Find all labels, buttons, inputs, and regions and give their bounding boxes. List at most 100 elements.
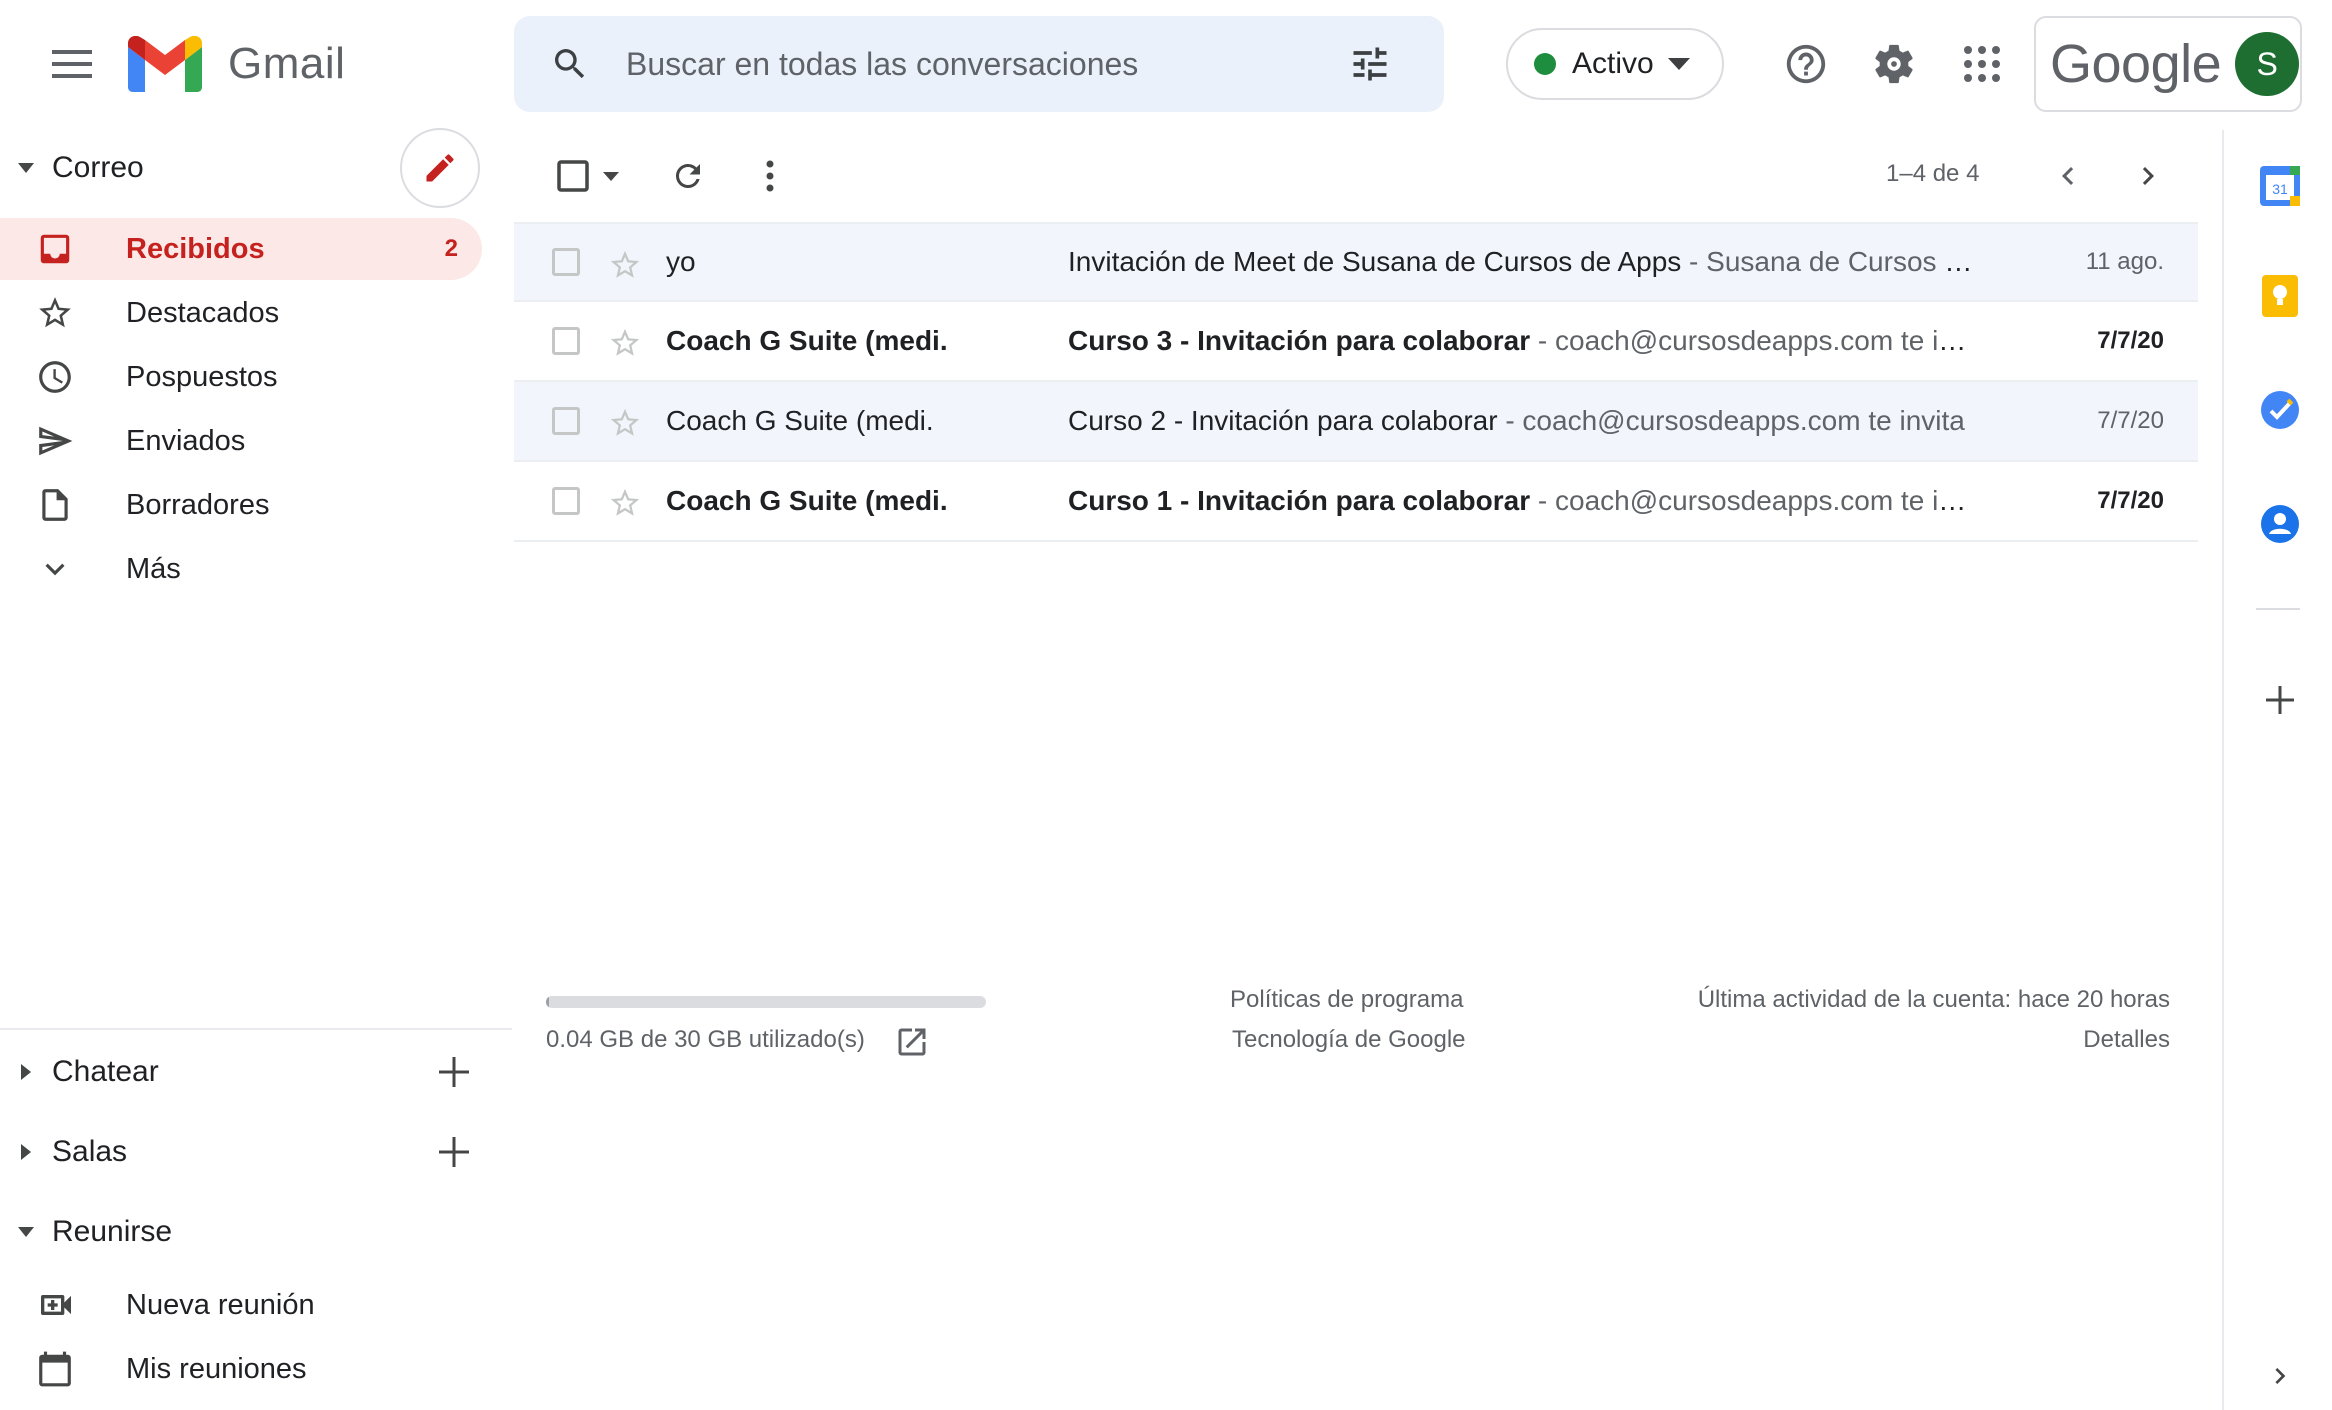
storage-usage-text: 0.04 GB de 30 GB utilizado(s) bbox=[546, 1026, 865, 1053]
checkbox-icon bbox=[557, 160, 589, 192]
compose-button[interactable] bbox=[400, 128, 480, 208]
email-date: 7/7/20 bbox=[2097, 327, 2164, 354]
email-date: 7/7/20 bbox=[2097, 407, 2164, 434]
email-snippet: - coach@cursosdeapps.com te invita bbox=[1497, 405, 1965, 436]
clock-icon bbox=[39, 361, 71, 393]
sidebar-item-snoozed[interactable]: Pospuestos bbox=[0, 346, 482, 408]
sidebar-item-label: Más bbox=[126, 552, 181, 585]
apps-button[interactable] bbox=[1950, 32, 2014, 96]
keep-app-button[interactable] bbox=[2252, 268, 2308, 324]
contacts-app-icon bbox=[2261, 505, 2299, 543]
email-snippet: - coach@cursosdeapps.com te invita bbox=[1530, 325, 1980, 356]
inbox-icon bbox=[40, 234, 70, 264]
email-sender: yo bbox=[666, 246, 696, 277]
chevron-left-icon bbox=[2062, 167, 2074, 185]
row-checkbox[interactable] bbox=[552, 487, 580, 515]
settings-button[interactable] bbox=[1862, 32, 1926, 96]
more-options-button[interactable] bbox=[748, 154, 792, 198]
add-app-button[interactable] bbox=[2252, 672, 2308, 728]
caret-down-icon bbox=[1667, 58, 1690, 70]
sidebar-item-starred[interactable]: Destacados bbox=[0, 282, 482, 344]
refresh-button[interactable] bbox=[666, 154, 710, 198]
email-subject: Invitación de Meet de Susana de Cursos d… bbox=[1068, 246, 1682, 277]
chat-section-header[interactable]: Chatear bbox=[0, 1044, 159, 1100]
program-policies-link[interactable]: Políticas de programa bbox=[1230, 986, 1463, 1014]
unread-count-badge: 2 bbox=[444, 235, 458, 262]
caret-down-icon bbox=[18, 1227, 34, 1237]
email-row[interactable]: Coach G Suite (medi. Curso 2 - Invitació… bbox=[514, 382, 2198, 462]
sidebar-item-label: Pospuestos bbox=[126, 360, 278, 393]
star-icon[interactable] bbox=[608, 406, 642, 440]
open-in-new-icon[interactable] bbox=[894, 1024, 930, 1060]
apps-icon bbox=[1964, 46, 2000, 82]
previous-page-button[interactable] bbox=[2046, 154, 2090, 198]
sidebar-item-new-meeting[interactable]: Nueva reunión bbox=[0, 1274, 482, 1336]
sidebar-item-label: Nueva reunión bbox=[126, 1288, 315, 1321]
search-bar[interactable] bbox=[514, 16, 1444, 112]
email-row[interactable]: Coach G Suite (medi. Curso 1 - Invitació… bbox=[514, 462, 2198, 542]
contacts-app-button[interactable] bbox=[2252, 496, 2308, 552]
email-list: yo Invitación de Meet de Susana de Curso… bbox=[514, 222, 2198, 542]
mail-section-title: Correo bbox=[52, 151, 144, 184]
help-button[interactable] bbox=[1774, 32, 1838, 96]
email-snippet: - Susana de Cursos de Apps te invita a u… bbox=[1689, 246, 1980, 277]
main-menu-icon bbox=[52, 50, 92, 78]
calendar-app-icon: 31 bbox=[2260, 166, 2300, 206]
select-all-dropdown[interactable] bbox=[548, 158, 628, 194]
sidebar-item-my-meetings[interactable]: Mis reuniones bbox=[0, 1338, 482, 1400]
settings-icon bbox=[1875, 44, 1913, 84]
email-date: 7/7/20 bbox=[2097, 487, 2164, 514]
rooms-section-title: Salas bbox=[52, 1135, 128, 1168]
row-checkbox[interactable] bbox=[552, 407, 580, 435]
next-page-button[interactable] bbox=[2126, 154, 2170, 198]
side-panel-border bbox=[2222, 130, 2224, 1410]
account-button[interactable]: Google S bbox=[2034, 16, 2302, 112]
add-app-icon bbox=[2266, 686, 2294, 714]
keep-app-icon bbox=[2262, 275, 2298, 317]
email-content: Curso 1 - Invitación para colaborar - co… bbox=[1068, 485, 1980, 517]
activity-details-link[interactable]: Detalles bbox=[2083, 1026, 2170, 1054]
sidebar-item-label: Mis reuniones bbox=[126, 1352, 307, 1385]
search-input[interactable] bbox=[626, 45, 1326, 83]
main-menu-button[interactable] bbox=[36, 28, 108, 100]
plus-icon bbox=[439, 1137, 469, 1167]
new-room-button[interactable] bbox=[432, 1130, 476, 1174]
expand-panel-icon bbox=[2275, 1368, 2286, 1384]
pencil-icon bbox=[426, 154, 454, 182]
meet-section-header[interactable]: Reunirse bbox=[0, 1204, 172, 1260]
sidebar-item-sent[interactable]: Enviados bbox=[0, 410, 482, 472]
caret-right-icon bbox=[21, 1064, 31, 1080]
email-row[interactable]: yo Invitación de Meet de Susana de Curso… bbox=[514, 222, 2198, 302]
row-checkbox[interactable] bbox=[552, 248, 580, 276]
search-options-icon[interactable] bbox=[1348, 42, 1392, 86]
star-icon[interactable] bbox=[608, 486, 642, 520]
gmail-logo[interactable]: Gmail bbox=[128, 36, 345, 92]
new-chat-button[interactable] bbox=[432, 1050, 476, 1094]
rooms-section-header[interactable]: Salas bbox=[0, 1124, 127, 1180]
mail-section-header[interactable]: Correo bbox=[0, 140, 144, 196]
sidebar-item-more[interactable]: Más bbox=[0, 538, 482, 600]
email-sender: Coach G Suite (medi. bbox=[666, 325, 948, 356]
expand-panel-button[interactable] bbox=[2252, 1348, 2308, 1404]
star-icon[interactable] bbox=[608, 248, 642, 282]
calendar-icon bbox=[39, 1351, 71, 1387]
chat-section-title: Chatear bbox=[52, 1055, 159, 1088]
email-date: 11 ago. bbox=[2085, 248, 2164, 275]
tasks-app-button[interactable] bbox=[2252, 382, 2308, 438]
sidebar-item-label: Recibidos bbox=[126, 232, 265, 265]
star-icon bbox=[39, 297, 71, 328]
email-sender: Coach G Suite (medi. bbox=[666, 405, 934, 436]
sidebar-item-drafts[interactable]: Borradores bbox=[0, 474, 482, 536]
email-snippet: - coach@cursosdeapps.com te invita bbox=[1530, 485, 1980, 516]
help-icon bbox=[1786, 44, 1826, 84]
sidebar-item-inbox[interactable]: Recibidos 2 bbox=[0, 218, 482, 280]
row-checkbox[interactable] bbox=[552, 327, 580, 355]
search-icon[interactable] bbox=[550, 44, 590, 84]
status-dropdown[interactable]: Activo bbox=[1506, 28, 1724, 100]
google-tech-link[interactable]: Tecnología de Google bbox=[1232, 1026, 1466, 1054]
email-row[interactable]: Coach G Suite (medi. Curso 3 - Invitació… bbox=[514, 302, 2198, 382]
caret-right-icon bbox=[21, 1144, 31, 1160]
email-content: Curso 2 - Invitación para colaborar - co… bbox=[1068, 405, 1980, 437]
star-icon[interactable] bbox=[608, 326, 642, 360]
calendar-app-button[interactable]: 31 bbox=[2252, 158, 2308, 214]
